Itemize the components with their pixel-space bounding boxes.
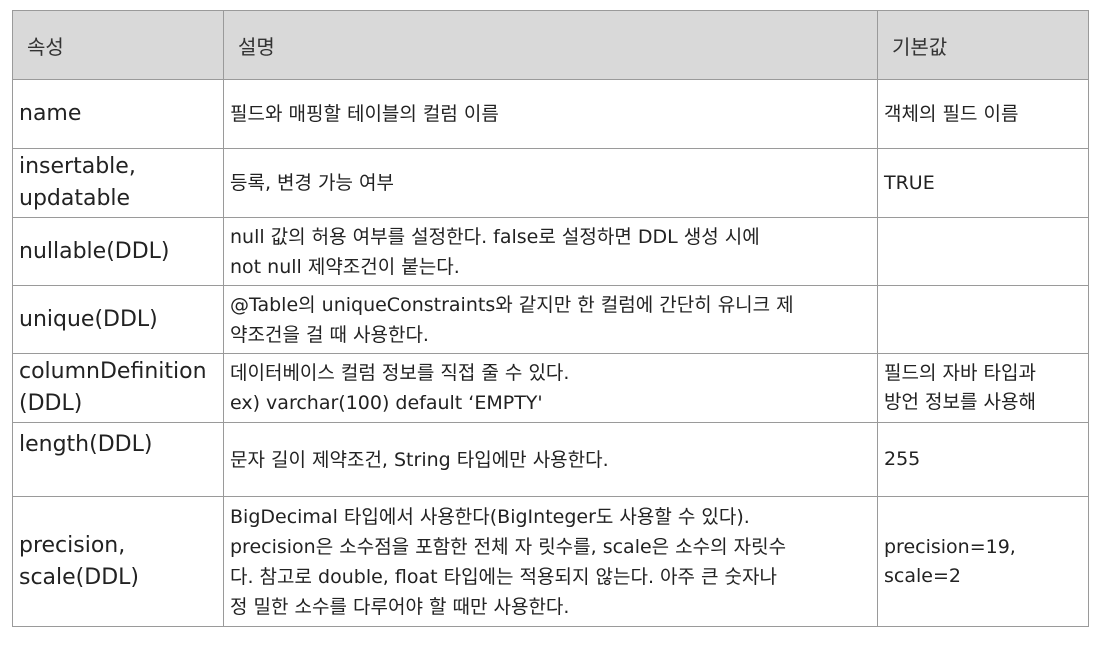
- description-cell: 등록, 변경 가능 여부: [223, 148, 878, 218]
- attribute-text: columnDefinition: [19, 359, 207, 384]
- attribute-text: name: [19, 101, 82, 126]
- description-text: 약조건을 걸 때 사용한다.: [230, 323, 429, 346]
- default-cell: [877, 285, 1089, 354]
- description-text: 문자 길이 제약조건, String 타입에만 사용한다.: [230, 448, 609, 471]
- attribute-cell: length(DDL): [12, 422, 224, 497]
- default-cell: 255: [877, 422, 1089, 497]
- table-row: length(DDL) 문자 길이 제약조건, String 타입에만 사용한다…: [12, 422, 1089, 497]
- attribute-text: length(DDL): [19, 432, 153, 457]
- default-text: 필드의 자바 타입과: [884, 362, 1036, 384]
- default-text: 객체의 필드 이름: [884, 102, 1019, 125]
- description-text: 필드와 매핑할 테이블의 컬럼 이름: [230, 103, 499, 125]
- attribute-cell: columnDefinition (DDL): [12, 353, 224, 423]
- default-text: 방언 정보를 사용해: [884, 391, 1036, 413]
- default-text: scale=2: [884, 564, 961, 587]
- default-cell: precision=19, scale=2: [877, 496, 1089, 627]
- attribute-table: 속성 설명 기본값 name 필드와 매핑할 테이블의 컬럼 이름 객체의 필드…: [12, 10, 1089, 627]
- default-cell: 필드의 자바 타입과 방언 정보를 사용해: [877, 353, 1089, 423]
- description-text: null 값의 허용 여부를 설정한다. false로 설정하면 DDL 생성 …: [230, 225, 760, 248]
- header-default: 기본값: [877, 10, 1089, 80]
- attribute-cell: name: [12, 79, 224, 149]
- description-text: precision은 소수점을 포함한 전체 자 릿수를, scale은 소수의…: [230, 535, 787, 558]
- header-attribute: 속성: [12, 10, 224, 80]
- description-cell: 필드와 매핑할 테이블의 컬럼 이름: [223, 79, 878, 149]
- description-text: BigDecimal 타입에서 사용한다(BigInteger도 사용할 수 있…: [230, 505, 750, 528]
- table-row: precision, scale(DDL) BigDecimal 타입에서 사용…: [12, 496, 1089, 627]
- attribute-text: unique(DDL): [19, 306, 158, 332]
- description-text: 등록, 변경 가능 여부: [230, 172, 394, 194]
- description-text: 다. 참고로 double, float 타입에는 적용되지 않는다. 아주 큰…: [230, 565, 777, 588]
- default-text: precision=19,: [884, 535, 1016, 558]
- description-text: not null 제약조건이 붙는다.: [230, 255, 460, 278]
- header-description: 설명: [223, 10, 878, 80]
- description-cell: null 값의 허용 여부를 설정한다. false로 설정하면 DDL 생성 …: [223, 217, 878, 286]
- attribute-table-container: 속성 설명 기본값 name 필드와 매핑할 테이블의 컬럼 이름 객체의 필드…: [12, 10, 1089, 627]
- attribute-text: insertable,: [19, 154, 136, 179]
- default-cell: 객체의 필드 이름: [877, 79, 1089, 149]
- description-text: ex) varchar(100) default ‘EMPTY': [230, 392, 543, 414]
- header-row: 속성 설명 기본값: [12, 10, 1089, 80]
- attribute-cell: precision, scale(DDL): [12, 496, 224, 627]
- default-text: 255: [884, 448, 921, 470]
- table-row: unique(DDL) @Table의 uniqueConstraints와 같…: [12, 285, 1089, 354]
- description-text: 데이터베이스 컬럼 정보를 직접 줄 수 있다.: [230, 362, 570, 384]
- description-cell: BigDecimal 타입에서 사용한다(BigInteger도 사용할 수 있…: [223, 496, 878, 627]
- table-row: nullable(DDL) null 값의 허용 여부를 설정한다. false…: [12, 217, 1089, 286]
- description-cell: 데이터베이스 컬럼 정보를 직접 줄 수 있다. ex) varchar(100…: [223, 353, 878, 423]
- attribute-cell: nullable(DDL): [12, 217, 224, 286]
- default-cell: TRUE: [877, 148, 1089, 218]
- default-text: TRUE: [884, 171, 935, 194]
- description-text: 정 밀한 소수를 다루어야 할 때만 사용한다.: [230, 595, 570, 618]
- attribute-cell: insertable, updatable: [12, 148, 224, 218]
- table-row: name 필드와 매핑할 테이블의 컬럼 이름 객체의 필드 이름: [12, 79, 1089, 149]
- table-body: name 필드와 매핑할 테이블의 컬럼 이름 객체의 필드 이름 insert…: [12, 79, 1089, 627]
- attribute-cell: unique(DDL): [12, 285, 224, 354]
- attribute-text: updatable: [19, 186, 131, 211]
- attribute-text: nullable(DDL): [19, 238, 170, 264]
- table-row: columnDefinition (DDL) 데이터베이스 컬럼 정보를 직접 …: [12, 353, 1089, 423]
- attribute-text: precision,: [19, 532, 126, 558]
- table-header: 속성 설명 기본값: [12, 10, 1089, 80]
- attribute-text: (DDL): [19, 391, 83, 416]
- default-cell: [877, 217, 1089, 286]
- description-cell: @Table의 uniqueConstraints와 같지만 한 컬럼에 간단히…: [223, 285, 878, 354]
- description-cell: 문자 길이 제약조건, String 타입에만 사용한다.: [223, 422, 878, 497]
- attribute-text: scale(DDL): [19, 564, 139, 590]
- description-text: @Table의 uniqueConstraints와 같지만 한 컬럼에 간단히…: [230, 293, 794, 316]
- table-row: insertable, updatable 등록, 변경 가능 여부 TRUE: [12, 148, 1089, 218]
